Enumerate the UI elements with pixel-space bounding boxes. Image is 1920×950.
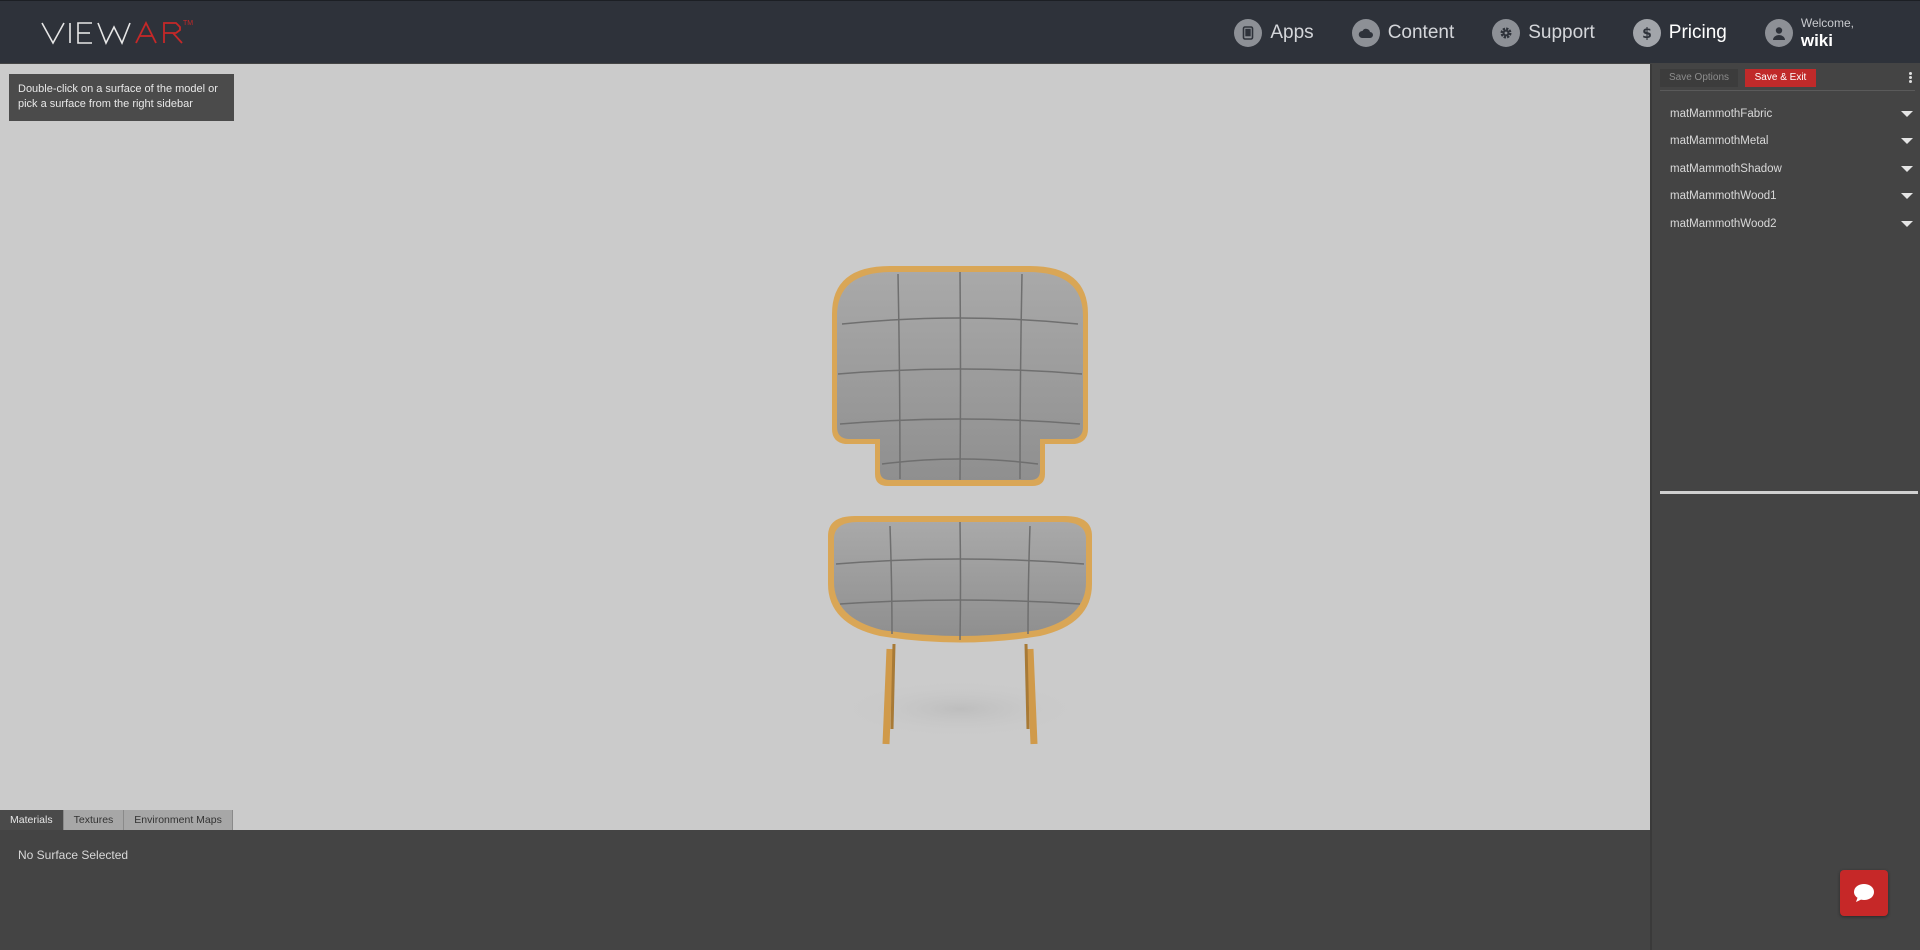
- more-options-icon[interactable]: [1905, 71, 1915, 85]
- user-menu[interactable]: Welcome, wiki: [1764, 17, 1854, 49]
- properties-panel: No Surface Selected: [0, 830, 1650, 950]
- user-avatar-icon: [1764, 18, 1793, 47]
- tablet-icon: [1234, 18, 1263, 47]
- chat-button[interactable]: [1840, 870, 1888, 916]
- no-surface-status: No Surface Selected: [18, 848, 129, 862]
- viewport-hint: Double-click on a surface of the model o…: [9, 74, 234, 121]
- material-list: matMammothFabric matMammothMetal matMamm…: [1670, 100, 1915, 238]
- caret-down-icon[interactable]: [1901, 138, 1913, 145]
- sidebar-toolbar: Save Options Save & Exit: [1660, 69, 1915, 87]
- tab-textures[interactable]: Textures: [63, 810, 125, 830]
- tab-materials[interactable]: Materials: [0, 810, 64, 830]
- nav-content[interactable]: Content: [1351, 18, 1455, 47]
- save-options-button[interactable]: Save Options: [1660, 69, 1738, 87]
- gear-icon: [1492, 18, 1521, 47]
- nav-pricing[interactable]: $ Pricing: [1632, 18, 1727, 47]
- main-nav: Apps Content Support $ Pricing Welcome, …: [1234, 1, 1920, 64]
- username: wiki: [1800, 30, 1833, 50]
- material-name: matMammothWood2: [1670, 217, 1777, 230]
- logo-tm: TM: [183, 20, 193, 27]
- material-name: matMammothWood1: [1670, 190, 1777, 203]
- sidebar-resize-handle[interactable]: [1660, 491, 1918, 494]
- caret-down-icon[interactable]: [1901, 165, 1913, 172]
- bottom-tabs: Materials Textures Environment Maps: [0, 810, 233, 830]
- nav-apps[interactable]: Apps: [1234, 18, 1314, 47]
- nav-apps-label: Apps: [1270, 21, 1314, 43]
- material-item[interactable]: matMammothMetal: [1670, 128, 1915, 156]
- sidebar-separator: [1660, 90, 1915, 91]
- material-item[interactable]: matMammothShadow: [1670, 155, 1915, 183]
- nav-content-label: Content: [1387, 21, 1455, 43]
- caret-down-icon[interactable]: [1901, 110, 1913, 117]
- welcome-label: Welcome,: [1800, 15, 1854, 30]
- logo-graphic: TM: [41, 20, 193, 45]
- nav-pricing-label: Pricing: [1668, 21, 1727, 43]
- material-name: matMammothFabric: [1670, 107, 1773, 120]
- material-name: matMammothShadow: [1670, 162, 1782, 175]
- svg-text:$: $: [1642, 26, 1652, 41]
- material-item[interactable]: matMammothFabric: [1670, 100, 1915, 128]
- model-viewport[interactable]: Double-click on a surface of the model o…: [0, 64, 1650, 830]
- viewar-logo[interactable]: TM: [40, 17, 230, 49]
- tab-environment-maps[interactable]: Environment Maps: [124, 810, 233, 830]
- chair-model[interactable]: [820, 264, 1100, 764]
- save-exit-button[interactable]: Save & Exit: [1745, 69, 1816, 87]
- nav-support[interactable]: Support: [1492, 18, 1595, 47]
- surfaces-sidebar: Save Options Save & Exit matMammothFabri…: [1650, 64, 1920, 950]
- welcome-text: Welcome, wiki: [1801, 17, 1854, 49]
- nav-support-label: Support: [1528, 21, 1595, 43]
- top-header: TM Apps Content Support $ Pricing Welcom…: [0, 0, 1920, 63]
- material-name: matMammothMetal: [1670, 135, 1769, 148]
- chat-bubble-icon: [1854, 884, 1874, 902]
- material-item[interactable]: matMammothWood1: [1670, 183, 1915, 211]
- cloud-icon: [1351, 18, 1380, 47]
- caret-down-icon[interactable]: [1901, 220, 1913, 227]
- material-item[interactable]: matMammothWood2: [1670, 210, 1915, 238]
- caret-down-icon[interactable]: [1901, 193, 1913, 200]
- dollar-icon: $: [1632, 18, 1661, 47]
